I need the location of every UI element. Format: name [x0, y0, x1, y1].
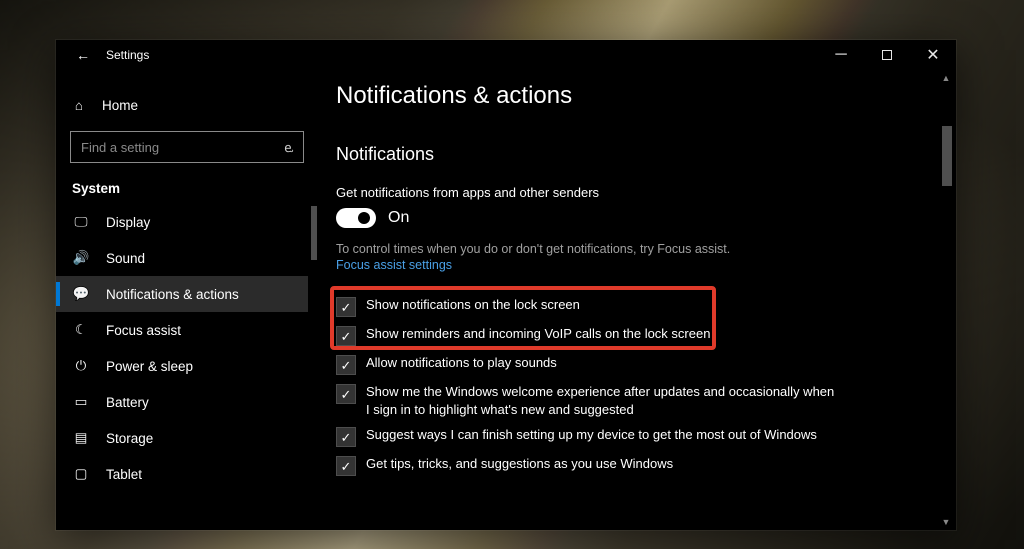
checkbox-label: Show me the Windows welcome experience a…	[366, 383, 836, 418]
nav-item-label: Power & sleep	[106, 359, 193, 374]
checkbox-row-tips[interactable]: Get tips, tricks, and suggestions as you…	[336, 451, 836, 480]
search-placeholder: Find a setting	[81, 140, 159, 155]
checkbox-label: Get tips, tricks, and suggestions as you…	[366, 455, 673, 473]
nav-item-sound[interactable]: 🔊 Sound	[56, 240, 308, 276]
battery-icon: ▭	[72, 394, 90, 410]
maximize-button[interactable]	[864, 40, 910, 70]
focus-icon: ☾	[72, 322, 90, 338]
nav-home-label: Home	[102, 98, 138, 113]
nav-item-label: Focus assist	[106, 323, 181, 338]
checkbox-icon[interactable]	[336, 427, 356, 447]
nav-item-tablet[interactable]: ▢ Tablet	[56, 456, 308, 492]
storage-icon: ▤	[72, 430, 90, 446]
scrollbar-up-icon[interactable]: ▲	[938, 70, 954, 86]
notification-checkbox-list: Show notifications on the lock screen Sh…	[336, 292, 836, 480]
nav-item-storage[interactable]: ▤ Storage	[56, 420, 308, 456]
settings-window: ← Settings ─ ✕ ⌂ Home Find a setting ⱸ	[56, 40, 956, 530]
window-title: Settings	[106, 48, 149, 62]
search-input[interactable]: Find a setting ⱸ	[70, 131, 304, 163]
nav-item-label: Storage	[106, 431, 153, 446]
minimize-button[interactable]: ─	[818, 40, 864, 70]
main-scrollbar[interactable]: ▲ ▼	[938, 70, 954, 530]
checkbox-row-setup-suggest[interactable]: Suggest ways I can finish setting up my …	[336, 422, 836, 451]
display-icon: 🖵	[72, 214, 90, 230]
scrollbar-down-icon[interactable]: ▼	[938, 514, 954, 530]
checkbox-label: Allow notifications to play sounds	[366, 354, 557, 372]
nav-item-label: Tablet	[106, 467, 142, 482]
back-icon[interactable]: ←	[76, 48, 90, 62]
main-panel: ▲ ▼ Notifications & actions Notification…	[318, 70, 956, 530]
search-icon: ⱸ	[284, 138, 293, 156]
checkbox-label: Suggest ways I can finish setting up my …	[366, 426, 817, 444]
nav-list: 🖵 Display 🔊 Sound 💬 Notifications & acti…	[56, 204, 318, 530]
nav-item-label: Sound	[106, 251, 145, 266]
notif-icon: 💬	[72, 286, 90, 302]
titlebar: ← Settings ─ ✕	[56, 40, 956, 70]
close-button[interactable]: ✕	[910, 40, 956, 70]
nav-scrollbar-thumb[interactable]	[311, 206, 317, 260]
nav-item-focus-assist[interactable]: ☾ Focus assist	[56, 312, 308, 348]
nav-section-header: System	[56, 167, 318, 204]
toggle-state-label: On	[388, 209, 409, 227]
nav-item-label: Battery	[106, 395, 149, 410]
sound-icon: 🔊	[72, 250, 90, 266]
checkbox-label: Show notifications on the lock screen	[366, 296, 580, 314]
desktop-wallpaper: ← Settings ─ ✕ ⌂ Home Find a setting ⱸ	[0, 0, 1024, 549]
nav-item-battery[interactable]: ▭ Battery	[56, 384, 308, 420]
checkbox-icon[interactable]	[336, 297, 356, 317]
toggle-description: Get notifications from apps and other se…	[336, 185, 938, 200]
nav-home[interactable]: ⌂ Home	[56, 90, 318, 121]
focus-assist-link[interactable]: Focus assist settings	[336, 258, 938, 272]
main-scrollbar-thumb[interactable]	[942, 126, 952, 186]
checkbox-row-sounds[interactable]: Allow notifications to play sounds	[336, 350, 836, 379]
checkbox-icon[interactable]	[336, 384, 356, 404]
checkbox-row-voip-lock-screen[interactable]: Show reminders and incoming VoIP calls o…	[336, 321, 836, 350]
nav-panel: ⌂ Home Find a setting ⱸ System 🖵 Display	[56, 70, 318, 530]
notifications-toggle[interactable]	[336, 208, 376, 228]
nav-item-label: Display	[106, 215, 150, 230]
checkbox-icon[interactable]	[336, 456, 356, 476]
nav-item-power-sleep[interactable]: ⏻ Power & sleep	[56, 348, 308, 384]
page-title: Notifications & actions	[336, 82, 938, 110]
section-heading: Notifications	[336, 144, 938, 165]
nav-item-notifications[interactable]: 💬 Notifications & actions	[56, 276, 308, 312]
checkbox-icon[interactable]	[336, 326, 356, 346]
checkbox-row-lock-screen[interactable]: Show notifications on the lock screen	[336, 292, 836, 321]
checkbox-row-welcome-exp[interactable]: Show me the Windows welcome experience a…	[336, 379, 836, 422]
checkbox-icon[interactable]	[336, 355, 356, 375]
nav-item-display[interactable]: 🖵 Display	[56, 204, 308, 240]
power-icon: ⏻	[72, 358, 90, 374]
nav-item-label: Notifications & actions	[106, 287, 239, 302]
home-icon: ⌂	[70, 98, 88, 113]
tablet-icon: ▢	[72, 466, 90, 482]
focus-assist-hint: To control times when you do or don't ge…	[336, 242, 856, 256]
checkbox-label: Show reminders and incoming VoIP calls o…	[366, 325, 710, 343]
